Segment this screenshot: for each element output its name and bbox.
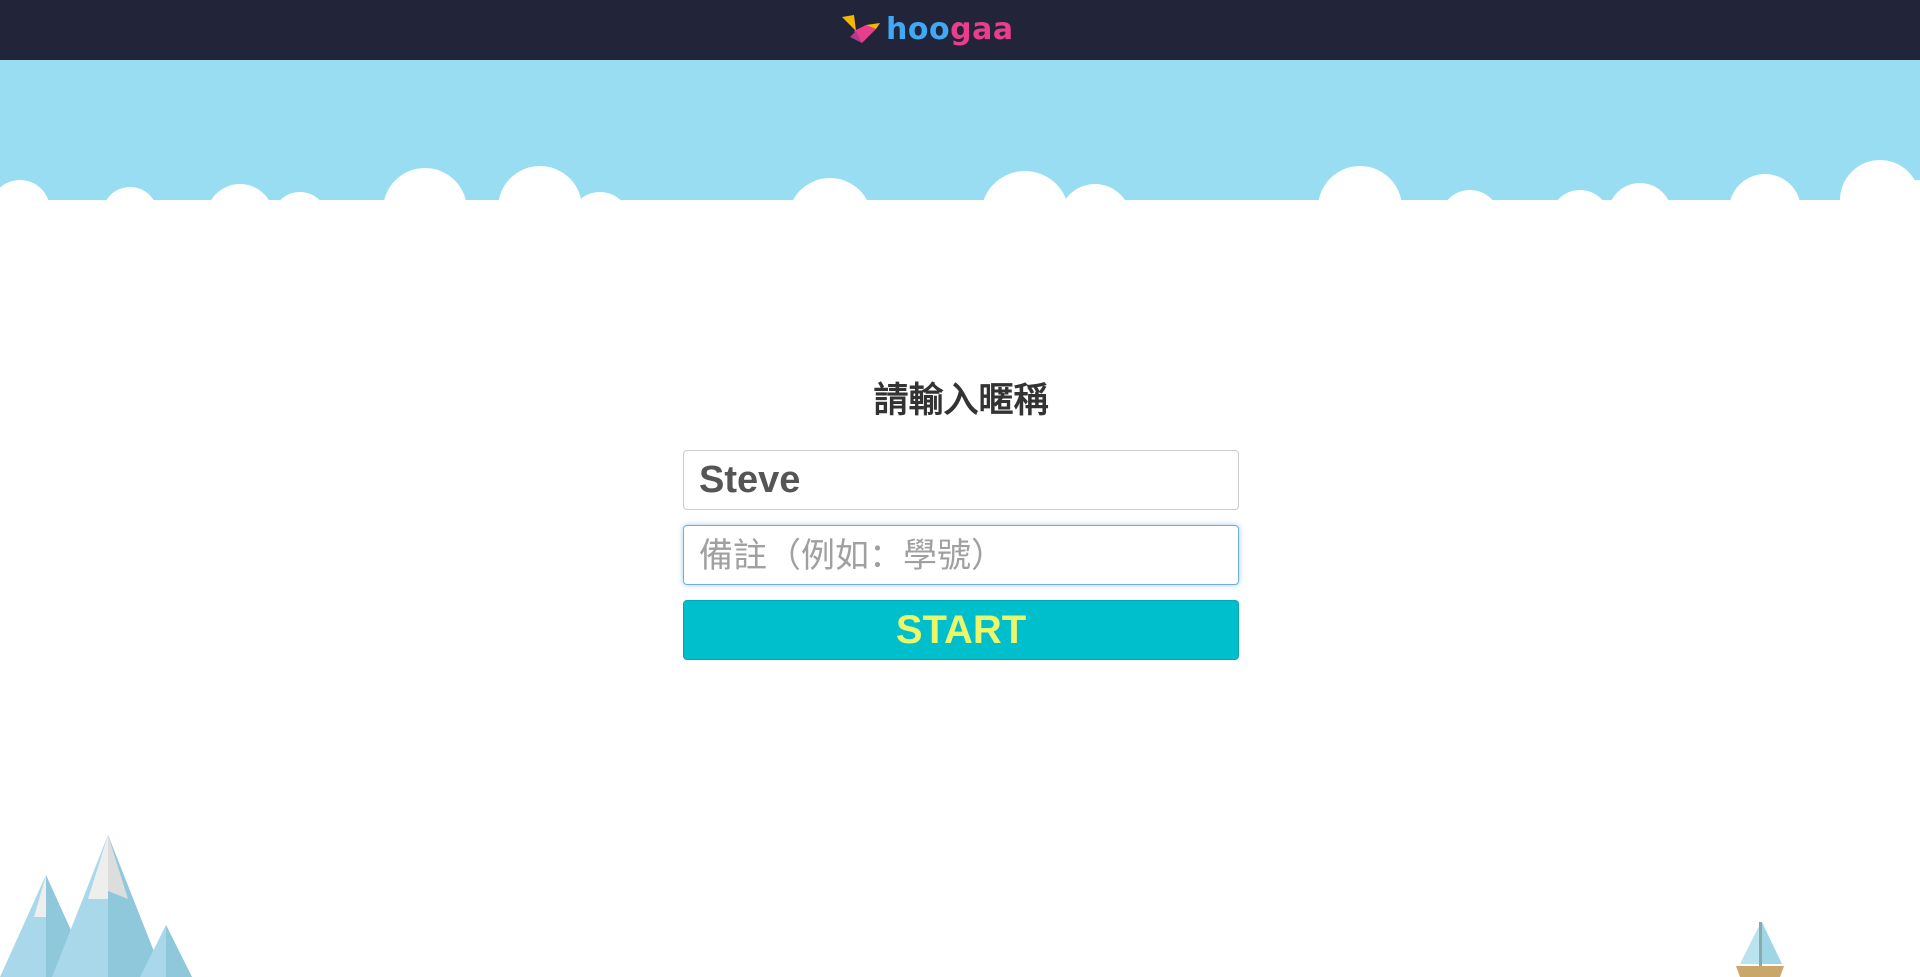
snowy-mountains-icon <box>0 835 192 977</box>
sailboat-icon <box>1736 922 1784 977</box>
nickname-prompt-title: 請輸入暱稱 <box>873 381 1049 421</box>
bird-logo-icon <box>842 15 880 43</box>
logo-wordmark: hoogaa <box>886 12 1014 47</box>
note-input[interactable] <box>683 525 1239 585</box>
top-navigation-bar: hoogaa <box>0 0 1920 60</box>
nickname-input[interactable] <box>683 450 1239 510</box>
nickname-form: 請輸入暱稱 START <box>683 376 1239 660</box>
cloud-band <box>0 160 1920 280</box>
hoogaa-logo[interactable]: hoogaa <box>840 8 1014 52</box>
start-button[interactable]: START <box>683 600 1239 660</box>
